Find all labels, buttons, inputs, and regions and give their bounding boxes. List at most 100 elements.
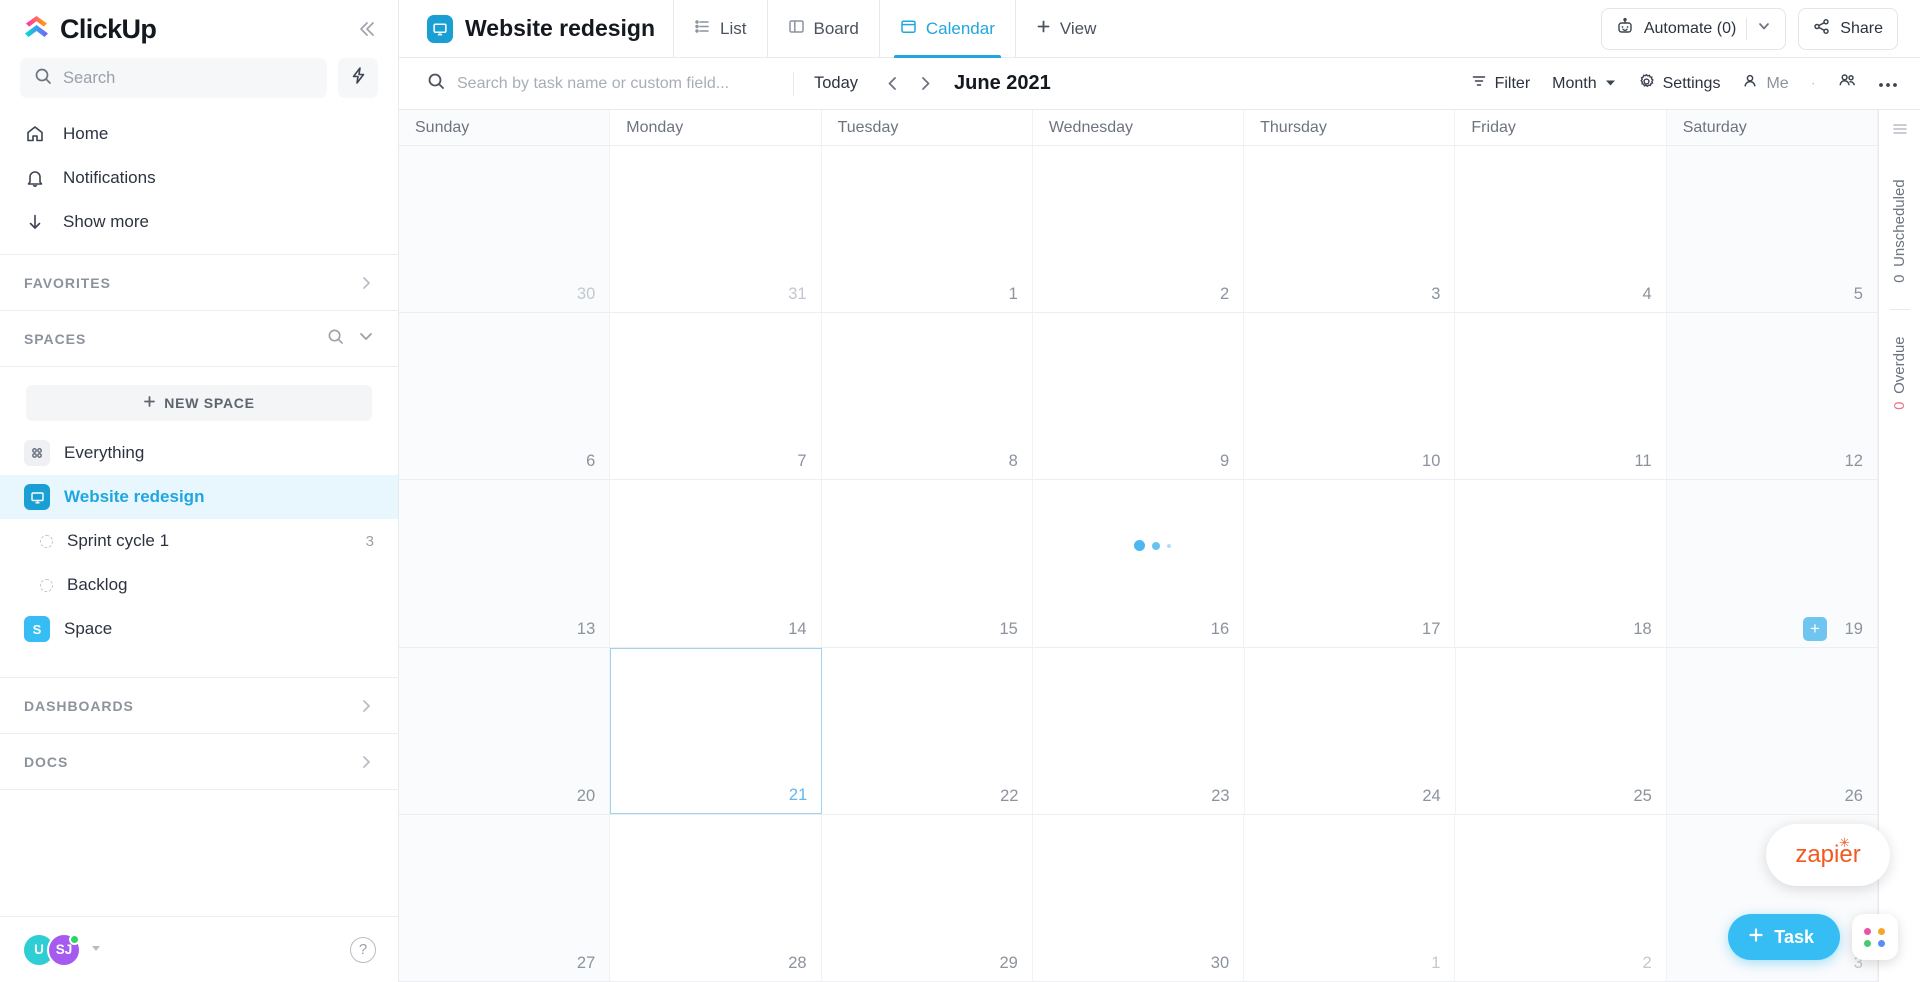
automate-button[interactable]: Automate (0) [1600,7,1787,50]
docs-section-header[interactable]: DOCS [0,734,398,790]
sidebar-item-backlog[interactable]: Backlog [0,563,398,607]
apps-grid-button[interactable] [1852,914,1898,960]
spaces-search-icon[interactable] [327,328,344,350]
calendar-day-cell[interactable]: 2 [1455,814,1667,982]
sidebar-item-home[interactable]: Home [0,112,398,156]
settings-button[interactable]: Settings [1638,73,1720,95]
calendar-day-cell[interactable]: 8 [821,313,1033,480]
sidebar-item-space[interactable]: S Space [0,607,398,651]
favorites-section-header[interactable]: FAVORITES [0,255,398,311]
calendar-day-cell[interactable]: 16 [1032,480,1245,647]
calendar-day-cell[interactable]: 6 [399,313,611,480]
calendar-day-cell[interactable]: 18 [1455,480,1667,647]
unscheduled-panel-toggle[interactable]: 0 Unscheduled [1891,167,1908,295]
calendar-day-cell[interactable]: 7 [610,313,822,480]
task-search[interactable] [427,72,787,95]
weekday-header: Sunday [399,110,611,145]
help-button[interactable]: ? [350,936,376,963]
add-view-button[interactable]: View [1014,0,1117,58]
tab-calendar[interactable]: Calendar [878,0,1015,58]
day-number: 2 [1219,285,1230,304]
calendar-day-cell[interactable]: 11 [1455,313,1667,480]
chevron-right-icon[interactable] [358,698,374,714]
day-number: 30 [576,285,596,304]
calendar-day-cell[interactable]: 4 [1455,146,1667,313]
current-period-label: June 2021 [954,72,1051,94]
me-filter-button[interactable]: Me [1742,73,1789,94]
task-search-input[interactable] [457,74,787,93]
calendar-day-cell[interactable]: 14 [610,480,822,647]
calendar-day-cell[interactable]: 24 [1244,647,1456,814]
previous-period-button[interactable] [876,71,909,96]
collapse-sidebar-icon[interactable] [354,18,376,40]
sidebar-item-everything[interactable]: Everything [0,431,398,475]
avatar[interactable]: SJ [47,932,81,967]
sidebar-item-notifications[interactable]: Notifications [0,156,398,200]
quick-action-button[interactable] [338,58,378,98]
overdue-panel-toggle[interactable]: 0 Overdue [1891,324,1908,422]
today-button[interactable]: Today [814,74,858,93]
chevron-down-icon[interactable] [358,328,374,349]
weekday-header: Wednesday [1033,110,1245,145]
share-button[interactable]: Share [1798,7,1898,50]
panel-handle-icon[interactable] [1892,122,1908,141]
calendar-day-cell[interactable]: 31 [610,146,822,313]
calendar-day-cell[interactable]: 1 [821,146,1033,313]
view-tabs: List Board Calendar View [673,0,1116,58]
calendar-day-cell[interactable]: 20 [399,647,611,814]
user-avatars[interactable]: U SJ [22,932,102,967]
sidebar-item-sprint-cycle-1[interactable]: Sprint cycle 1 3 [0,519,398,563]
sidebar-item-show-more[interactable]: Show more [0,200,398,244]
spaces-section-header[interactable]: SPACES [0,311,398,367]
chevron-down-icon[interactable] [1757,19,1771,38]
calendar-day-cell[interactable]: 27 [399,814,611,982]
calendar-day-cell[interactable]: 12 [1666,313,1878,480]
calendar-day-cell[interactable]: 2 [1032,146,1245,313]
calendar-day-cell[interactable]: 29 [821,814,1033,982]
assignees-button[interactable] [1838,72,1856,95]
calendar-day-cell[interactable]: 26 [1666,647,1878,814]
zoom-level-dropdown[interactable]: Month [1552,75,1615,93]
list-label: Backlog [67,575,128,594]
chevron-right-icon[interactable] [358,754,374,770]
calendar-day-cell[interactable]: 5 [1666,146,1878,313]
more-options-button[interactable] [1878,75,1898,93]
tab-board[interactable]: Board [766,0,879,58]
calendar-day-cell[interactable]: 30 [399,146,611,313]
automate-label: Automate (0) [1643,19,1737,37]
zapier-widget[interactable]: zapier ✳ [1766,824,1890,886]
next-period-button[interactable] [909,71,942,96]
dashboards-section-header[interactable]: DASHBOARDS [0,678,398,734]
calendar-day-cell[interactable]: 23 [1033,647,1245,814]
calendar-day-cell[interactable]: 1 [1244,814,1456,982]
tab-label: Board [813,18,859,38]
calendar-day-cell[interactable]: +19 [1666,480,1878,647]
day-number: 4 [1642,285,1652,304]
new-task-button[interactable]: Task [1728,914,1840,960]
lightning-icon [350,67,367,89]
new-space-button[interactable]: NEW SPACE [26,385,372,421]
calendar-day-cell[interactable]: 13 [399,480,611,647]
calendar-day-cell[interactable]: 3 [1244,146,1456,313]
search-input[interactable] [63,68,313,88]
calendar-day-cell[interactable]: 15 [821,480,1033,647]
calendar-day-cell[interactable]: 28 [610,814,822,982]
calendar-day-cell[interactable]: 17 [1244,480,1456,647]
chevron-right-icon[interactable] [358,275,374,291]
calendar-day-cell[interactable]: 22 [822,647,1034,814]
chevron-down-icon[interactable] [90,941,102,959]
filter-button[interactable]: Filter [1471,73,1530,94]
sidebar-item-website-redesign[interactable]: Website redesign [0,475,398,519]
tab-list[interactable]: List [673,0,766,58]
calendar-day-cell[interactable]: 21 [610,647,823,814]
add-task-in-day-button[interactable]: + [1802,616,1827,641]
calendar-day-cell[interactable]: 25 [1455,647,1667,814]
calendar-day-cell[interactable]: 10 [1244,313,1456,480]
calendar-day-cell[interactable]: 9 [1032,313,1245,480]
day-number: 12 [1844,452,1863,471]
calendar-day-cell[interactable]: 30 [1032,814,1245,982]
calendar-week-row: 30 31 1 2 3 4 5 [399,146,1878,314]
share-label: Share [1840,19,1883,37]
clickup-logo[interactable]: ClickUp [22,14,157,45]
sidebar-search[interactable] [20,58,327,98]
